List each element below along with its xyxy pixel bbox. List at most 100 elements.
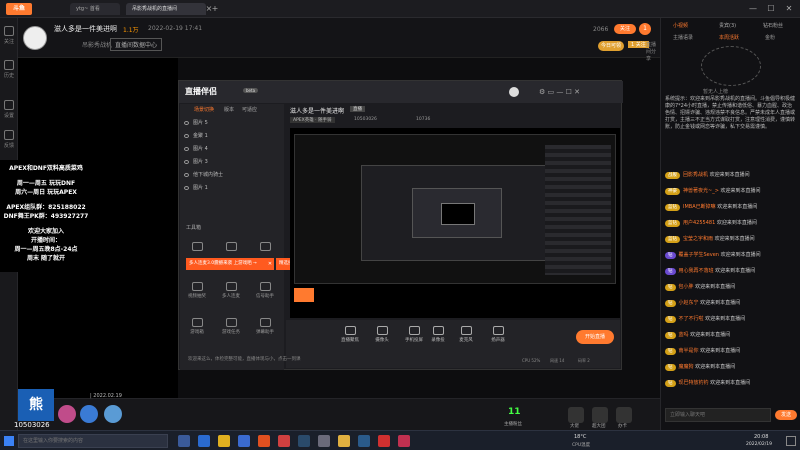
stream-tag[interactable]: 直播	[350, 106, 365, 112]
tab-active[interactable]: 吊影秀战机的直播间	[126, 3, 206, 15]
task-view-icon[interactable]	[178, 435, 190, 447]
chat-user[interactable]: 魔魔狗	[679, 364, 694, 370]
nav-settings[interactable]: 设置	[2, 100, 16, 119]
camera-button[interactable]: 摄像头	[368, 326, 396, 343]
app-icon[interactable]	[398, 435, 410, 447]
tool-button[interactable]	[186, 242, 208, 253]
tab-adapt[interactable]: 可适应	[242, 106, 257, 113]
gift-boss[interactable]	[568, 407, 584, 423]
minimize-icon[interactable]: —	[748, 4, 758, 14]
daily-reward-badge[interactable]: 今日可领	[598, 41, 624, 51]
tool-button[interactable]: 信号助手	[254, 282, 276, 299]
companion-avatar[interactable]	[509, 87, 519, 97]
layer-item[interactable]: 金聚 1	[184, 131, 280, 142]
app-icon[interactable]	[278, 435, 290, 447]
category-chip[interactable]: APEX英雄 · 随手骑	[290, 117, 335, 123]
gift-item[interactable]	[80, 405, 98, 423]
chat-input[interactable]	[665, 408, 771, 422]
steam-icon[interactable]	[298, 435, 310, 447]
app-logo[interactable]: 斗鱼	[6, 3, 32, 15]
chat-user[interactable]: 小赵东宁	[679, 300, 699, 306]
tab-version[interactable]: 版本	[224, 106, 234, 113]
close-icon[interactable]: ✕	[784, 4, 794, 14]
layer-item[interactable]: 图片 4	[184, 144, 280, 155]
stream-preview[interactable]	[290, 128, 620, 318]
chat-user[interactable]: 包小胖	[679, 284, 694, 290]
layer-item[interactable]: 图片 1	[184, 183, 280, 194]
notification-icon[interactable]	[786, 436, 796, 446]
start-stream-button[interactable]: 开始直播	[576, 330, 614, 344]
gift-item[interactable]	[58, 405, 76, 423]
chat-user[interactable]: 宝莹之宇和雨	[683, 236, 713, 242]
speaker-button[interactable]: 扬声器	[484, 326, 512, 343]
chat-user[interactable]: 回影秀战机	[683, 172, 708, 178]
tool-button[interactable]: 视频抽奖	[186, 282, 208, 299]
gift-team[interactable]	[592, 407, 608, 423]
layer-item[interactable]: 图片 3	[184, 157, 280, 168]
tool-button[interactable]	[220, 242, 242, 253]
companion-window-controls[interactable]: ⚙ ▭ — ☐ ✕	[539, 88, 580, 96]
explorer-icon[interactable]	[218, 435, 230, 447]
share-link[interactable]: 直播间分享	[646, 41, 660, 62]
chat-user[interactable]: 覆盖子学生Seven	[679, 252, 719, 258]
chat-user[interactable]: 用心我再不落班	[679, 268, 714, 274]
data-center-button[interactable]: 直播间数据中心	[110, 38, 163, 51]
chat-user[interactable]: 用户4255481	[683, 220, 715, 226]
tool-button[interactable]: 多人连麦	[220, 282, 242, 299]
app-icon[interactable]	[358, 435, 370, 447]
promo-banner[interactable]: 多人连麦3.0震撼来袭 上游戏晒 →	[186, 258, 274, 270]
taskbar-search[interactable]	[18, 434, 168, 448]
eye-icon[interactable]	[184, 146, 189, 151]
chat-user[interactable]: 不了不行啦	[679, 316, 704, 322]
nav-follow[interactable]: 关注	[2, 26, 16, 45]
nav-feedback[interactable]: 反馈	[2, 130, 16, 149]
chat-user[interactable]: 蓝吗	[679, 332, 689, 338]
browser-icon[interactable]	[238, 435, 250, 447]
tool-button[interactable]	[254, 242, 276, 253]
follow-button[interactable]: 关注	[614, 24, 636, 34]
gift-card[interactable]	[616, 407, 632, 423]
subtab-quote[interactable]: 主播语录	[673, 34, 693, 41]
eye-icon[interactable]	[184, 185, 189, 190]
layer-item[interactable]: 他下城内骑士	[184, 170, 280, 181]
maximize-icon[interactable]: ☐	[766, 4, 776, 14]
avatar[interactable]	[23, 26, 47, 50]
nav-history[interactable]: 历史	[2, 60, 16, 79]
layer-item[interactable]: 图片 5	[184, 118, 280, 129]
views-count: 1.1万	[123, 27, 139, 34]
close-banner-icon[interactable]: ✕	[266, 258, 274, 270]
chat-message: 钻覆盖子学生Seven 欢迎来到本直播间	[665, 252, 797, 259]
windows-start-icon[interactable]	[4, 436, 14, 446]
subtab-gold[interactable]: 金粉	[765, 34, 775, 41]
eye-icon[interactable]	[184, 159, 189, 164]
record-button[interactable]: 录像投	[424, 326, 452, 343]
room-number: 10503026	[14, 421, 50, 429]
chat-user[interactable]: 神兽著夜光~_>	[683, 188, 719, 194]
eye-icon[interactable]	[184, 133, 189, 138]
app-icon[interactable]	[318, 435, 330, 447]
chat-user[interactable]: IMBA已断掉嘛	[683, 204, 716, 210]
eye-icon[interactable]	[184, 172, 189, 177]
edge-icon[interactable]	[198, 435, 210, 447]
app-icon[interactable]	[378, 435, 390, 447]
tool-button[interactable]: 游戏箱	[186, 318, 208, 335]
chat-user[interactable]: 南半是你	[679, 348, 699, 354]
tool-button[interactable]: 游戏任务	[220, 318, 242, 335]
gift-item[interactable]	[104, 405, 122, 423]
tab-scene[interactable]: 场景切换	[194, 106, 214, 113]
firefox-icon[interactable]	[258, 435, 270, 447]
focus-button[interactable]: 直播聚焦	[336, 326, 364, 343]
room-tag[interactable]: 吊影秀战机	[82, 40, 112, 49]
tab-diamond-fans[interactable]: 钻石粉丝	[763, 22, 783, 29]
tab-home[interactable]: ytg~ 首看	[70, 3, 120, 15]
new-tab-icon[interactable]: +	[210, 4, 220, 14]
send-button[interactable]: 发送	[775, 410, 797, 420]
tab-short-video[interactable]: 小视频	[673, 22, 688, 29]
subtab-active[interactable]: 本周活跃	[719, 34, 739, 41]
douyu-icon[interactable]	[338, 435, 350, 447]
tab-vip[interactable]: 贵宾(3)	[719, 22, 736, 29]
mic-button[interactable]: 麦克风	[452, 326, 480, 343]
eye-icon[interactable]	[184, 120, 189, 125]
tool-button[interactable]: 弹幕助手	[254, 318, 276, 335]
chat-user[interactable]: 现巴特放钓钓	[679, 380, 709, 386]
